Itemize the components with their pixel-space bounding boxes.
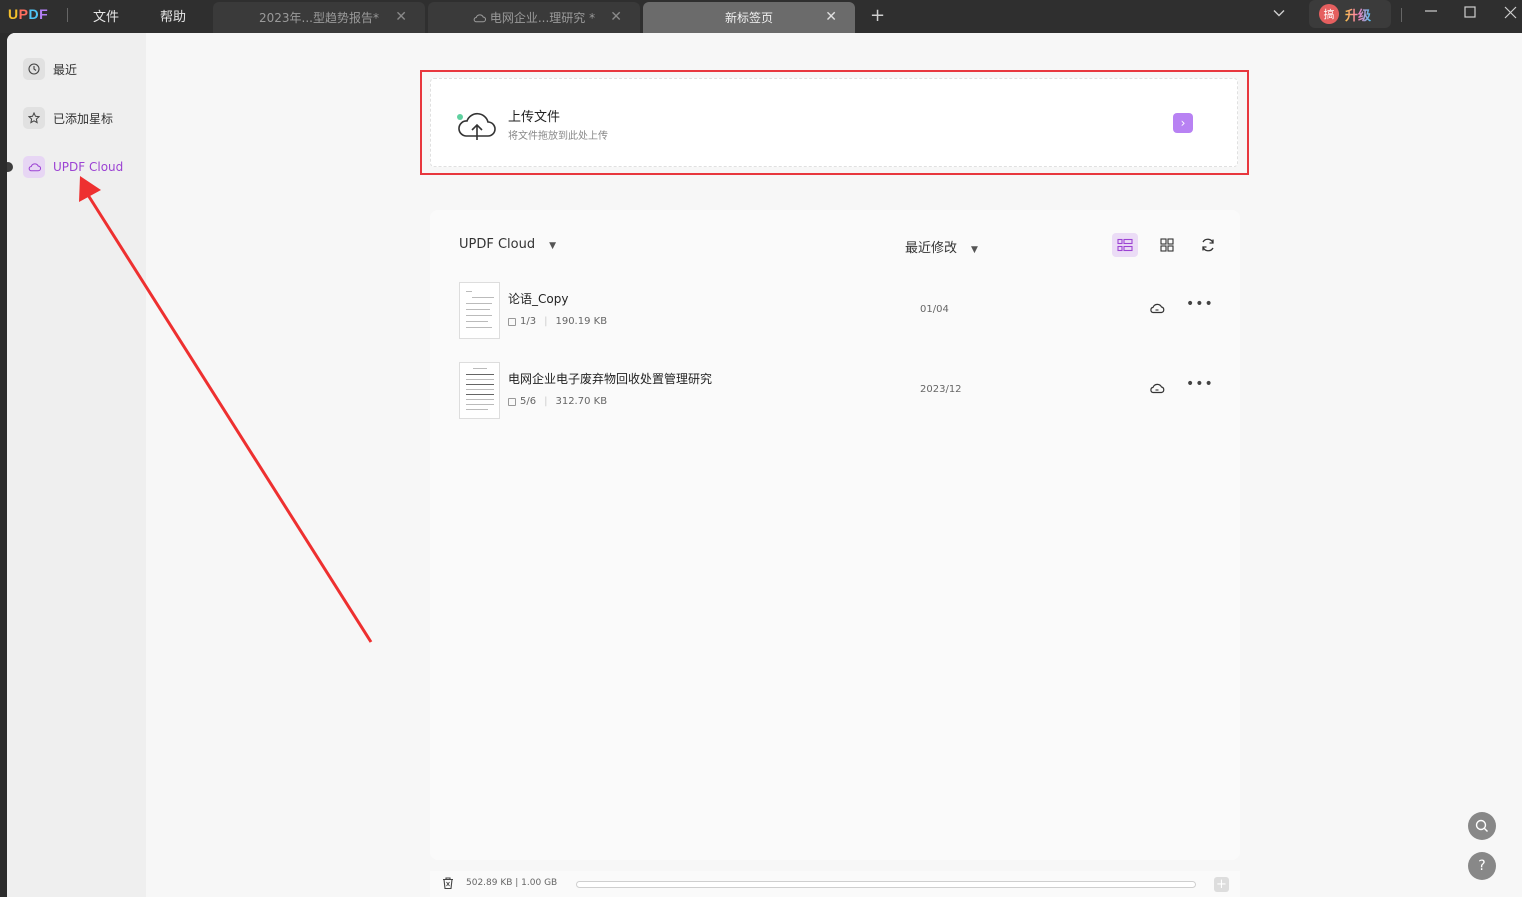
sidebar-item-label: 最近 bbox=[53, 62, 78, 77]
tab-label: 2023年...型趋势报告* bbox=[259, 11, 379, 25]
location-dropdown[interactable]: UPDF Cloud ▼ bbox=[459, 237, 556, 252]
upgrade-label: 升级 bbox=[1345, 5, 1371, 24]
close-icon[interactable]: ✕ bbox=[825, 9, 837, 25]
file-row[interactable]: 电网企业电子废弃物回收处置管理研究 5/6 | 312.70 KB 2023/1… bbox=[459, 362, 1219, 420]
caret-down-icon: ▼ bbox=[971, 245, 978, 255]
upload-go-button[interactable]: › bbox=[1173, 113, 1193, 133]
meta-divider: | bbox=[544, 316, 548, 327]
refresh-button[interactable] bbox=[1195, 233, 1221, 257]
file-panel: UPDF Cloud ▼ 最近修改 ▼ 论语_Copy 1/3 | 190.19… bbox=[430, 210, 1240, 860]
sort-label: 最近修改 bbox=[905, 241, 958, 256]
clock-icon bbox=[23, 58, 45, 80]
file-meta: 1/3 | 190.19 KB bbox=[508, 316, 607, 327]
pages-icon bbox=[508, 317, 516, 326]
add-storage-button[interactable]: + bbox=[1214, 877, 1229, 892]
menu-file[interactable]: 文件 bbox=[93, 6, 119, 25]
refresh-icon bbox=[1202, 238, 1214, 252]
sort-dropdown[interactable]: 最近修改 ▼ bbox=[905, 237, 978, 256]
upgrade-button[interactable]: 搞 升级 bbox=[1309, 0, 1391, 28]
main-window: 最近 已添加星标 UPDF Cloud 上传文件 将文件拖放到此处上传 › UP… bbox=[7, 33, 1522, 897]
file-name: 电网企业电子废弃物回收处置管理研究 bbox=[508, 372, 713, 386]
chevron-down-icon[interactable] bbox=[1272, 6, 1286, 24]
list-view-icon bbox=[1117, 238, 1133, 252]
star-icon bbox=[23, 107, 45, 129]
title-separator bbox=[1401, 8, 1402, 22]
file-size: 190.19 KB bbox=[555, 316, 608, 327]
sidebar-item-recent[interactable]: 最近 bbox=[23, 57, 77, 81]
storage-progress bbox=[576, 881, 1196, 888]
file-meta: 5/6 | 312.70 KB bbox=[508, 396, 607, 407]
search-icon bbox=[1475, 819, 1488, 832]
tab-new[interactable]: 新标签页 ✕ bbox=[643, 2, 855, 33]
upload-drop-zone[interactable]: 上传文件 将文件拖放到此处上传 › bbox=[430, 78, 1238, 167]
tab-research[interactable]: 电网企业...理研究 * ✕ bbox=[428, 2, 640, 33]
more-options-icon[interactable]: ••• bbox=[1186, 296, 1214, 312]
storage-bar: 502.89 KB | 1.00 GB + bbox=[430, 871, 1240, 897]
file-pages: 5/6 bbox=[520, 396, 537, 407]
file-thumbnail[interactable] bbox=[459, 282, 500, 339]
file-size: 312.70 KB bbox=[555, 396, 608, 407]
cloud-icon bbox=[473, 13, 486, 22]
upload-subtitle: 将文件拖放到此处上传 bbox=[508, 131, 608, 142]
search-button[interactable] bbox=[1468, 812, 1496, 840]
help-button[interactable]: ? bbox=[1468, 852, 1496, 880]
upload-title: 上传文件 bbox=[508, 110, 561, 125]
sidebar-item-label: 已添加星标 bbox=[53, 111, 114, 126]
cloud-upload-icon bbox=[457, 112, 496, 140]
caret-down-icon: ▼ bbox=[549, 241, 557, 251]
sidebar-item-starred[interactable]: 已添加星标 bbox=[23, 106, 113, 130]
more-options-icon[interactable]: ••• bbox=[1186, 376, 1214, 392]
tab-report[interactable]: 2023年...型趋势报告* ✕ bbox=[213, 2, 425, 33]
tab-label: 新标签页 bbox=[724, 11, 773, 25]
file-row[interactable]: 论语_Copy 1/3 | 190.19 KB 01/04 ••• bbox=[459, 282, 1219, 340]
trash-icon[interactable] bbox=[441, 876, 455, 890]
title-bar: UPDF 文件 帮助 2023年...型趋势报告* ✕ 电网企业...理研究 *… bbox=[0, 0, 1522, 33]
file-date: 2023/12 bbox=[920, 384, 962, 395]
close-icon[interactable]: ✕ bbox=[395, 9, 407, 25]
cloud-icon bbox=[23, 156, 45, 178]
tab-label: 电网企业...理研究 * bbox=[489, 11, 596, 25]
avatar: 搞 bbox=[1319, 4, 1339, 24]
file-thumbnail[interactable] bbox=[459, 362, 500, 419]
menu-help[interactable]: 帮助 bbox=[160, 6, 186, 25]
file-date: 01/04 bbox=[920, 304, 949, 315]
new-tab-button[interactable]: + bbox=[870, 5, 885, 26]
storage-usage: 502.89 KB | 1.00 GB bbox=[466, 878, 558, 888]
cloud-icon[interactable] bbox=[1149, 302, 1165, 314]
sidebar: 最近 已添加星标 UPDF Cloud bbox=[7, 33, 146, 897]
title-separator bbox=[67, 8, 68, 22]
grid-view-button[interactable] bbox=[1154, 233, 1180, 257]
list-view-button[interactable] bbox=[1112, 233, 1138, 257]
close-icon[interactable]: ✕ bbox=[610, 9, 622, 25]
location-label: UPDF Cloud bbox=[459, 237, 536, 252]
meta-divider: | bbox=[544, 396, 548, 407]
minimize-icon[interactable] bbox=[1424, 4, 1438, 22]
close-window-icon[interactable] bbox=[1504, 6, 1517, 23]
pages-icon bbox=[508, 397, 516, 406]
sidebar-item-label: UPDF Cloud bbox=[53, 160, 124, 174]
file-pages: 1/3 bbox=[520, 316, 537, 327]
updf-logo[interactable]: UPDF bbox=[8, 6, 48, 22]
maximize-icon[interactable] bbox=[1464, 6, 1476, 22]
sidebar-item-updf-cloud[interactable]: UPDF Cloud bbox=[23, 155, 123, 179]
grid-view-icon bbox=[1160, 238, 1174, 252]
cloud-icon[interactable] bbox=[1149, 382, 1165, 394]
file-name: 论语_Copy bbox=[508, 292, 569, 306]
